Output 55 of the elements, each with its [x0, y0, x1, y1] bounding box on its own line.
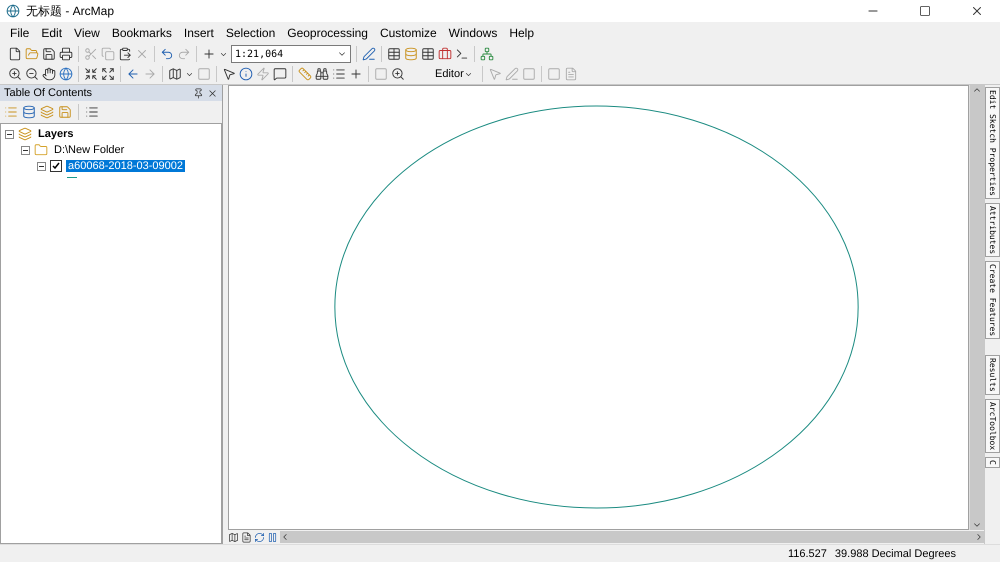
line-symbol-icon [67, 177, 77, 178]
new-document-icon[interactable] [8, 47, 22, 61]
menu-item[interactable]: File [4, 26, 36, 40]
select-elements-icon[interactable] [222, 67, 236, 81]
vertical-scrollbar[interactable] [969, 85, 984, 530]
maximize-icon[interactable] [919, 5, 931, 17]
table-icon[interactable] [387, 47, 401, 61]
layer-checkbox[interactable] [50, 160, 62, 172]
print-icon[interactable] [59, 47, 73, 61]
collapse-toggle[interactable] [37, 162, 46, 170]
menu-item[interactable]: Help [503, 26, 540, 40]
side-tab[interactable]: ArcToolbox [985, 399, 1000, 454]
tree-item[interactable]: D:\New Folder [52, 144, 126, 156]
pan-icon[interactable] [42, 67, 56, 81]
close-icon[interactable] [970, 4, 984, 18]
collapse-toggle[interactable] [21, 146, 30, 154]
close-icon[interactable] [207, 88, 218, 98]
undo-icon[interactable] [160, 47, 174, 61]
menu-item[interactable]: View [68, 26, 106, 40]
menu-item[interactable]: Edit [35, 26, 68, 40]
menu-item[interactable]: Windows [442, 26, 504, 40]
horizontal-scrollbar[interactable] [280, 531, 984, 543]
find-icon[interactable] [315, 67, 329, 81]
identify-icon[interactable] [239, 67, 253, 81]
panel-title: Table Of Contents [4, 87, 94, 99]
x-coordinate: 116.527 [788, 548, 827, 560]
menu-item[interactable]: Customize [374, 26, 443, 40]
app-logo-icon[interactable] [6, 4, 20, 18]
menu-item[interactable]: Selection [220, 26, 282, 40]
zoom-out-icon[interactable] [25, 67, 39, 81]
side-tab[interactable]: Edit Sketch Properties [985, 87, 1000, 199]
menu-item[interactable]: Insert [178, 26, 220, 40]
collapse-toggle[interactable] [5, 130, 14, 138]
tree-item[interactable]: a60068-2018-03-09002 [66, 160, 185, 172]
side-tab[interactable]: Results [985, 355, 1000, 396]
editor-menu-button[interactable]: Editor [431, 68, 477, 80]
pause-drawing-icon[interactable] [267, 532, 278, 542]
full-extent-icon[interactable] [59, 67, 73, 81]
zoom-in-icon[interactable] [8, 67, 22, 81]
back-icon[interactable] [126, 67, 140, 81]
data-view-icon[interactable] [228, 532, 239, 542]
tree-item[interactable]: Layers [36, 128, 76, 140]
window-title: 无标题 - ArcMap [26, 2, 116, 20]
refresh-icon[interactable] [254, 532, 265, 542]
menu-item[interactable]: Bookmarks [106, 26, 178, 40]
scale-field[interactable]: 1:21,064 [231, 45, 351, 63]
layout-view-icon[interactable] [241, 532, 252, 542]
side-tab[interactable]: C [985, 457, 1000, 468]
pin-icon[interactable] [193, 88, 204, 98]
save-icon[interactable] [42, 47, 56, 61]
paste-icon[interactable] [118, 47, 132, 61]
menu-item[interactable]: Geoprocessing [281, 26, 374, 40]
side-tab[interactable]: Attributes [985, 202, 1000, 258]
y-coordinate-units: 39.988 Decimal Degrees [834, 548, 956, 560]
side-tab[interactable]: Create Features [985, 261, 1000, 340]
